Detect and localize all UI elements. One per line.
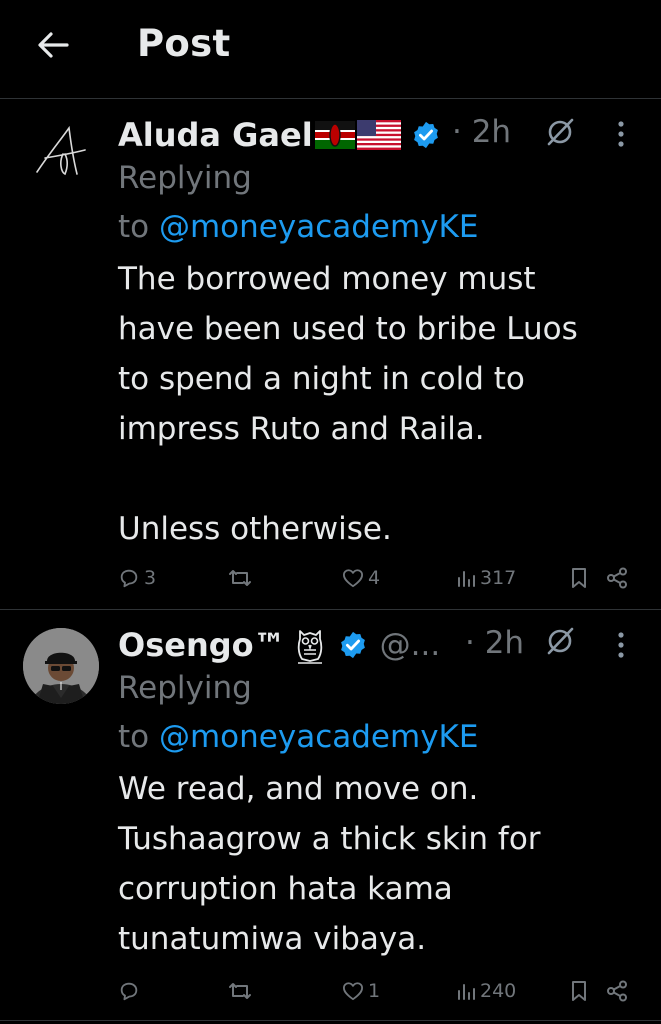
post-time[interactable]: · 2h	[465, 625, 524, 661]
author-handle[interactable]: @...	[380, 627, 441, 663]
text-line: We read, and move on.	[118, 771, 479, 807]
bookmark-button[interactable]	[570, 976, 588, 1006]
person-avatar-icon	[23, 628, 99, 704]
replying-to-line: to @moneyacademyKE	[118, 202, 478, 252]
share-button[interactable]	[606, 563, 628, 593]
reply-button[interactable]: 3	[118, 563, 156, 593]
repost-icon	[229, 570, 251, 586]
tweet-text: The borrowed money must have been used t…	[118, 254, 638, 554]
repost-icon	[229, 983, 251, 999]
mention-link[interactable]: @moneyacademyKE	[159, 209, 478, 245]
post-time[interactable]: · 2h	[452, 114, 511, 150]
views-icon	[458, 984, 475, 1000]
share-icon	[607, 567, 627, 589]
owl-icon	[297, 630, 322, 664]
signature-avatar-icon	[23, 114, 99, 190]
verified-badge-icon	[340, 631, 365, 659]
replying-to-line: to @moneyacademyKE	[118, 712, 478, 762]
author-row: Aluda Gael	[118, 113, 441, 157]
grok-icon[interactable]	[545, 626, 575, 656]
views-button[interactable]: 240	[456, 976, 516, 1006]
text-line: to spend a night in cold to	[118, 361, 525, 397]
replying-label: Replying	[118, 160, 252, 196]
views-count: 240	[480, 980, 517, 1002]
views-count: 317	[480, 567, 517, 589]
like-button[interactable]: 4	[342, 563, 380, 593]
author-name[interactable]: Aluda Gael	[118, 116, 313, 154]
kenya-flag-icon	[314, 121, 355, 149]
replying-to-prefix: to	[118, 209, 150, 245]
reply-count: 3	[144, 567, 157, 589]
repost-button[interactable]	[228, 563, 256, 593]
top-bar: Post	[0, 0, 661, 96]
tweet[interactable]: Osengo™ @... · 2h Replying to @moneyacad…	[0, 611, 661, 1024]
page-title: Post	[137, 22, 231, 65]
more-options-icon[interactable]	[614, 631, 628, 659]
views-button[interactable]: 317	[456, 563, 516, 593]
author-row: Osengo™ @...	[118, 623, 440, 667]
like-icon	[342, 982, 363, 1001]
bookmark-icon	[572, 568, 586, 588]
back-arrow-icon	[38, 32, 69, 58]
text-line: corruption hata kama	[118, 871, 453, 907]
bookmark-icon	[572, 981, 586, 1001]
share-button[interactable]	[606, 976, 628, 1006]
text-line: tunatumiwa vibaya.	[118, 921, 427, 957]
repost-button[interactable]	[228, 976, 256, 1006]
author-name[interactable]: Osengo™	[118, 626, 286, 664]
grok-icon[interactable]	[545, 117, 575, 147]
replying-to-prefix: to	[118, 719, 150, 755]
verified-badge-icon	[413, 121, 438, 149]
reply-icon	[120, 569, 138, 588]
reply-icon	[120, 982, 138, 1001]
text-line: The borrowed money must	[118, 261, 536, 297]
avatar[interactable]	[23, 628, 99, 704]
more-options-icon[interactable]	[614, 120, 628, 148]
back-button[interactable]	[30, 22, 76, 68]
reply-button[interactable]	[118, 976, 144, 1006]
bookmark-button[interactable]	[570, 563, 588, 593]
share-icon	[607, 980, 627, 1002]
like-count: 1	[368, 980, 381, 1002]
divider	[0, 1020, 661, 1021]
divider	[0, 609, 661, 610]
like-count: 4	[368, 567, 381, 589]
usa-flag-icon	[356, 120, 401, 150]
avatar[interactable]	[23, 114, 99, 190]
text-line: Tushaagrow a thick skin for	[118, 821, 541, 857]
text-line: Unless otherwise.	[118, 511, 392, 547]
action-bar: 3 4 317	[118, 563, 638, 593]
action-bar: 1 240	[118, 976, 638, 1006]
like-icon	[342, 569, 363, 588]
text-line	[118, 454, 638, 504]
like-button[interactable]: 1	[342, 976, 380, 1006]
tweet-text: We read, and move on. Tushaagrow a thick…	[118, 764, 638, 964]
replying-label: Replying	[118, 670, 252, 706]
text-line: impress Ruto and Raila.	[118, 411, 485, 447]
tweet[interactable]: Aluda Gael · 2h Replying to @moneyacadem…	[0, 100, 661, 608]
text-line: have been used to bribe Luos	[118, 311, 578, 347]
divider	[0, 98, 661, 99]
mention-link[interactable]: @moneyacademyKE	[159, 719, 478, 755]
views-icon	[458, 571, 475, 587]
